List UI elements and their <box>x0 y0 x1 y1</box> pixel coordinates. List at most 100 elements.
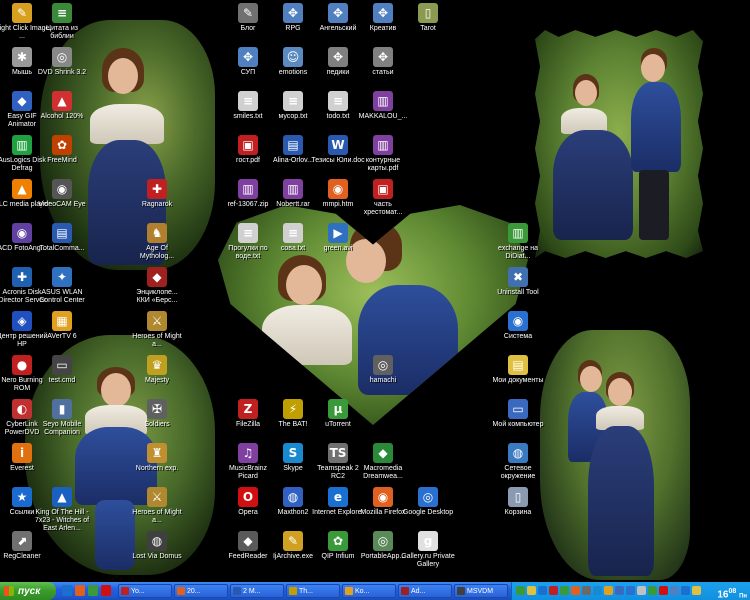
taskbar-button[interactable]: Yo... <box>118 584 172 598</box>
desktop-icon[interactable]: ▥ MAKKALOU_... <box>355 91 411 121</box>
app-icon: ✎ <box>283 531 303 551</box>
desktop-icon[interactable]: ⚔ Heroes of Might a... <box>129 311 185 349</box>
app-icon: ▥ <box>283 179 303 199</box>
app-icon: ▲ <box>12 179 32 199</box>
app-icon: ✿ <box>328 531 348 551</box>
desktop-icon[interactable]: ◆ Macromedia Dreamwea... <box>355 443 411 481</box>
tray-icon[interactable] <box>516 586 525 595</box>
tray-icon[interactable] <box>615 586 624 595</box>
app-icon: ◆ <box>147 267 167 287</box>
desktop[interactable]: ✎ Right Click Image ... ✱ Мышь ◆ Easy GIF Ani… <box>0 0 750 582</box>
tray-icon[interactable] <box>571 586 580 595</box>
desktop-icon[interactable]: ▤ TotalComma... <box>34 223 90 253</box>
desktop-icon[interactable]: ▯ Корзина <box>490 487 546 517</box>
app-icon: e <box>328 487 348 507</box>
taskbar-button[interactable]: Ad... <box>398 584 452 598</box>
desktop-icon-label: TotalComma... <box>39 245 85 252</box>
taskbar-button[interactable]: Ko... <box>342 584 396 598</box>
desktop-icon[interactable]: ◎ DVD Shrink 3.2 <box>34 47 90 77</box>
desktop-icon-label: green.avi <box>323 245 353 252</box>
app-icon: ▣ <box>373 179 393 199</box>
tray-icon[interactable] <box>648 586 657 595</box>
desktop-icon[interactable]: ▤ Мои документы <box>490 355 546 385</box>
taskbar-button[interactable]: 2 M... <box>230 584 284 598</box>
desktop-icon[interactable]: ◉ VideoCAM Eye <box>34 179 90 209</box>
app-icon: ◈ <box>12 311 32 331</box>
taskbar-button[interactable]: 20... <box>174 584 228 598</box>
desktop-icon[interactable]: ◎ hamachi <box>355 355 411 385</box>
desktop-icon-label: Majesty <box>144 377 170 384</box>
app-icon: ▣ <box>238 135 258 155</box>
desktop-icon[interactable]: ◍ Lost Via Domus <box>129 531 185 561</box>
app-icon: ≡ <box>283 223 303 243</box>
desktop-icon[interactable]: ▲ King Of The Hill - 7x23 - Witches of Ea… <box>34 487 90 533</box>
tray-icon[interactable] <box>659 586 668 595</box>
ie-quicklaunch-icon[interactable] <box>62 585 72 596</box>
desktop-icon[interactable]: ▭ Мой компьютер <box>490 399 546 429</box>
app-icon: ▥ <box>508 223 528 243</box>
tray-icon[interactable] <box>538 586 547 595</box>
desktop-icon[interactable]: ▲ Alcohol 120% <box>34 91 90 121</box>
desktop-icon[interactable]: ▯ Tarot <box>400 3 456 33</box>
opera-quicklaunch-icon[interactable] <box>101 585 111 596</box>
tray-icon[interactable] <box>637 586 646 595</box>
taskbar-button[interactable]: MSVDM <box>454 584 508 598</box>
desktop-icon[interactable]: ♞ Age Of Mytholog... <box>129 223 185 261</box>
desktop-icon-label: Age Of Mytholog... <box>139 245 175 260</box>
tray-icon[interactable] <box>560 586 569 595</box>
tray-icon[interactable] <box>692 586 701 595</box>
tray-icon[interactable] <box>626 586 635 595</box>
desktop-icon[interactable]: ▭ test.cmd <box>34 355 90 385</box>
desktop-icon[interactable]: ▮ Seyo Mobile Companion <box>34 399 90 437</box>
clock[interactable]: 1608 Пн <box>717 585 747 600</box>
desktop-icon[interactable]: ▥ exchange на DiDiat... <box>490 223 546 261</box>
app-icon: g <box>418 531 438 551</box>
tray-icon[interactable] <box>549 586 558 595</box>
tray-icon[interactable] <box>604 586 613 595</box>
desktop-icon[interactable]: ◎ Google Desktop <box>400 487 456 517</box>
app-icon: ▶ <box>328 223 348 243</box>
desktop-icon[interactable]: ≡ Цитата из библии <box>34 3 90 41</box>
tray-icon[interactable] <box>582 586 591 595</box>
desktop-icon[interactable]: ▥ контурные карты.pdf <box>355 135 411 173</box>
desktop-icon-label: MAKKALOU_... <box>358 113 408 120</box>
desktop-icon-label: ASUS WLAN Control Center <box>39 289 85 304</box>
app-icon: ▲ <box>52 487 72 507</box>
desktop-icon[interactable]: ♛ Majesty <box>129 355 185 385</box>
app-icon: ◐ <box>12 399 32 419</box>
desktop-icon-label: RegCleaner <box>3 553 41 560</box>
app-icon: ✥ <box>373 47 393 67</box>
desktop-icon[interactable]: ◆ Энциклопе... ККИ «Берс... <box>129 267 185 305</box>
app-icon: ✠ <box>147 399 167 419</box>
taskbar-button-label: Ad... <box>411 587 426 595</box>
desktop-icon[interactable]: ▦ AVerTV 6 <box>34 311 90 341</box>
firefox-quicklaunch-icon[interactable] <box>75 585 85 596</box>
taskbar-button[interactable]: Th... <box>286 584 340 598</box>
start-button[interactable]: пуск <box>0 582 56 600</box>
tray-icon[interactable] <box>593 586 602 595</box>
desktop-icon[interactable]: ▶ green.avi <box>310 223 366 253</box>
desktop-icon-label: exchange на DiDiat... <box>497 245 539 260</box>
desktop-icon[interactable]: ♜ Northern exp. <box>129 443 185 473</box>
desktop-icon[interactable]: ✥ статьи <box>355 47 411 77</box>
tray-icon[interactable] <box>670 586 679 595</box>
app-icon: ▭ <box>508 399 528 419</box>
app-icon: ≡ <box>52 3 72 23</box>
tray-icon[interactable] <box>527 586 536 595</box>
tray-icon[interactable] <box>681 586 690 595</box>
system-tray: 1608 Пн <box>511 582 750 600</box>
desktop-icon[interactable]: ⬈ RegCleaner <box>0 531 50 561</box>
desktop-icon[interactable]: g Gallery.ru Private Gallery <box>400 531 456 569</box>
desktop-icon[interactable]: µ uTorrent <box>310 399 366 429</box>
desktop-icon[interactable]: ◉ Система <box>490 311 546 341</box>
desktop-icon[interactable]: ✚ Ragnarok <box>129 179 185 209</box>
qip-quicklaunch-icon[interactable] <box>88 585 98 596</box>
desktop-icon[interactable]: ✠ Soldiers <box>129 399 185 429</box>
desktop-icon[interactable]: ▣ часть хрестомат... <box>355 179 411 217</box>
desktop-icon[interactable]: ✦ ASUS WLAN Control Center <box>34 267 90 305</box>
desktop-icon[interactable]: ✿ FreeMind <box>34 135 90 165</box>
desktop-icon[interactable]: i Everest <box>0 443 50 473</box>
desktop-icon[interactable]: ◍ Сетевое окружение <box>490 443 546 481</box>
desktop-icon[interactable]: ✖ Uninstall Tool <box>490 267 546 297</box>
desktop-icon[interactable]: ⚔ Heroes of Might a... <box>129 487 185 525</box>
